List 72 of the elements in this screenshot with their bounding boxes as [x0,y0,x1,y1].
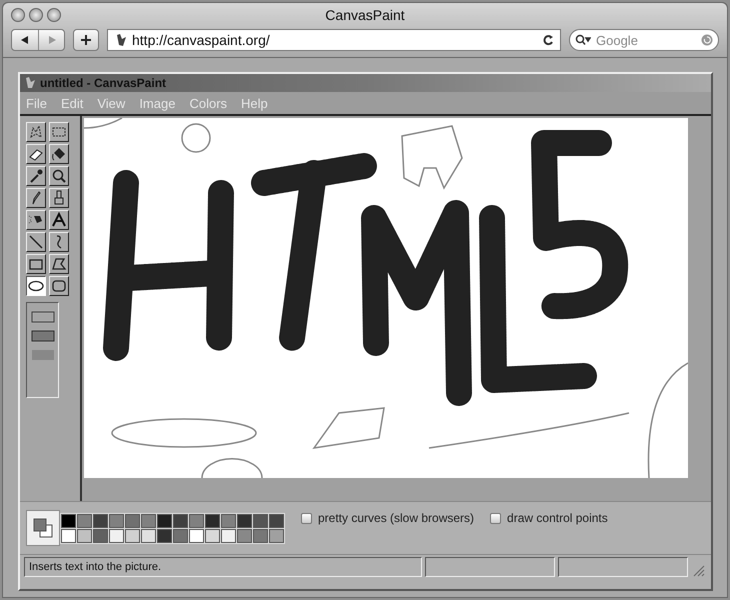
color-swatch[interactable] [77,514,92,528]
add-bookmark-button[interactable] [73,29,99,51]
circle-outline [181,123,211,153]
resize-grip-icon[interactable] [691,563,705,577]
color-swatch[interactable] [189,514,204,528]
address-field[interactable]: http://canvaspaint.org/ [107,29,561,51]
app-title: untitled - CanvasPaint [40,76,166,90]
option-checkbox[interactable] [301,512,312,524]
window-control-button[interactable] [11,8,25,22]
color-swatch[interactable] [109,528,124,542]
magnifier-icon [50,167,68,185]
tool-button[interactable] [26,276,46,296]
color-swatch[interactable] [141,528,156,542]
option-label: pretty curves (slow browsers) [318,511,474,525]
color-swatch[interactable] [205,514,220,528]
drawing-canvas[interactable] [84,118,688,478]
color-swatch[interactable] [157,528,172,542]
color-swatch[interactable] [253,514,268,528]
color-swatch[interactable] [93,514,108,528]
curve-icon [55,235,63,249]
menu-item[interactable]: File [26,96,47,110]
color-swatch[interactable] [221,514,236,528]
outline-style-icon[interactable] [30,311,54,323]
current-colors-swatch[interactable] [26,510,60,546]
color-swatch[interactable] [173,514,188,528]
search-input[interactable]: Google [594,32,698,48]
color-swatch[interactable] [253,528,268,542]
color-swatch[interactable] [61,528,76,542]
line-icon [27,233,45,251]
site-icon [114,33,128,47]
color-swatch[interactable] [93,528,108,542]
clear-icon[interactable] [701,34,713,46]
app-icon [24,77,36,89]
option-label: draw control points [507,511,608,525]
plus-icon [80,34,92,46]
color-swatch[interactable] [125,514,140,528]
color-swatch[interactable] [269,528,284,542]
search-icon [575,34,591,46]
color-swatch[interactable] [125,528,140,542]
color-swatch[interactable] [157,514,172,528]
color-swatch[interactable] [269,514,284,528]
filled-outline-style-icon[interactable] [30,330,54,342]
color-swatch[interactable] [141,514,156,528]
left-triangle-icon [20,35,30,45]
window-control-button[interactable] [29,8,43,22]
polygon-outline [401,125,463,190]
arc-line [84,118,122,129]
option-checkbox[interactable] [490,512,502,524]
color-swatch[interactable] [173,528,188,542]
search-box[interactable]: Google [569,29,719,51]
paint-bucket-icon [50,145,68,163]
arc-line [201,458,263,478]
status-text: Inserts text into the picture. [24,557,422,577]
url-text: http://canvaspaint.org/ [132,32,271,48]
color-swatch[interactable] [109,514,124,528]
right-triangle-icon [46,35,56,45]
color-swatch[interactable] [237,514,252,528]
window-title: CanvasPaint [325,7,405,23]
reload-icon[interactable] [542,34,554,46]
window-control-button[interactable] [47,8,61,22]
menu-item[interactable]: Image [139,96,176,110]
menu-item[interactable]: View [97,96,126,110]
color-swatch[interactable] [77,528,92,542]
color-swatch[interactable] [237,528,252,542]
menu-item[interactable]: Edit [60,96,84,110]
color-swatch[interactable] [61,514,76,528]
menu-item[interactable]: Help [241,96,268,110]
color-swatch[interactable] [221,528,236,542]
menu-item[interactable]: Colors [189,96,228,110]
color-swatch[interactable] [205,528,220,542]
letter-a-icon [50,211,68,229]
color-swatch[interactable] [189,528,204,542]
